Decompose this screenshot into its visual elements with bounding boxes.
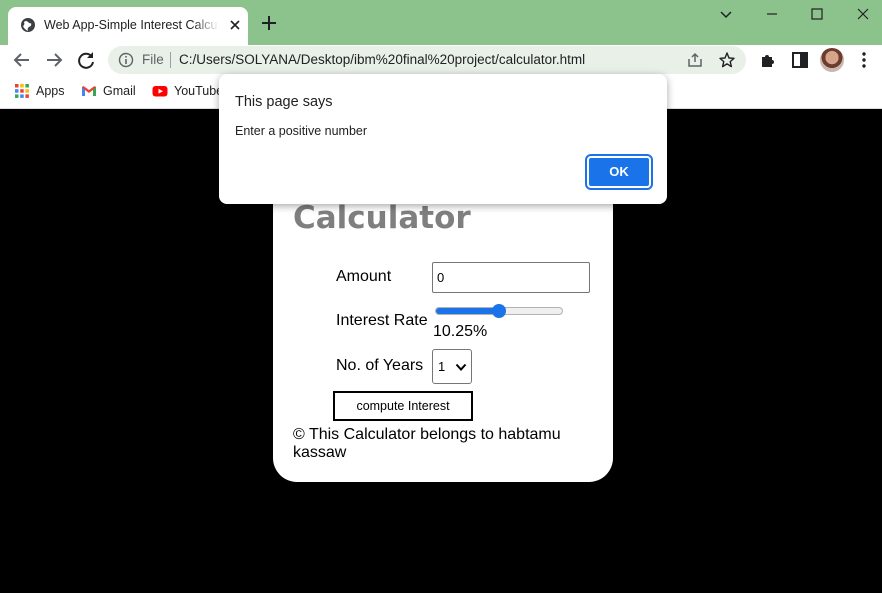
interest-rate-slider[interactable] bbox=[435, 304, 563, 318]
url-text[interactable]: C:/Users/SOLYANA/Desktop/ibm%20final%20p… bbox=[179, 52, 585, 68]
calculator-card: Calculator Amount Interest Rate 10.25% N… bbox=[273, 170, 613, 482]
back-arrow-icon[interactable] bbox=[11, 49, 33, 71]
browser-tab[interactable]: Web App-Simple Interest Calculator bbox=[8, 7, 248, 45]
bookmark-label: YouTube bbox=[174, 84, 224, 98]
tab-strip: Web App-Simple Interest Calculator bbox=[0, 0, 882, 45]
extensions-puzzle-icon[interactable] bbox=[757, 49, 779, 71]
info-icon[interactable] bbox=[118, 52, 134, 68]
apps-grid-icon bbox=[15, 84, 29, 98]
slider-fill bbox=[436, 308, 499, 314]
minimize-icon[interactable] bbox=[762, 4, 782, 24]
bookmark-label: Gmail bbox=[103, 84, 136, 98]
tab-title: Web App-Simple Interest Calculator bbox=[44, 18, 219, 32]
dialog-title: This page says bbox=[235, 94, 333, 110]
interest-rate-value: 10.25% bbox=[433, 323, 488, 340]
tab-search-icon[interactable] bbox=[716, 4, 736, 24]
years-selected-value: 1 bbox=[438, 359, 446, 374]
new-tab-icon[interactable] bbox=[259, 13, 279, 33]
bookmark-label: Apps bbox=[36, 84, 65, 98]
gmail-icon bbox=[82, 86, 96, 96]
years-label: No. of Years bbox=[336, 357, 424, 374]
globe-icon bbox=[21, 18, 35, 32]
scheme-label: File bbox=[142, 52, 164, 67]
close-tab-icon[interactable] bbox=[227, 17, 243, 33]
maximize-icon[interactable] bbox=[807, 4, 827, 24]
address-bar[interactable]: File C:/Users/SOLYANA/Desktop/ibm%20fina… bbox=[108, 46, 746, 74]
bookmark-gmail[interactable]: Gmail bbox=[81, 83, 136, 99]
menu-kebab-icon[interactable] bbox=[853, 49, 875, 71]
chevron-down-icon bbox=[455, 363, 467, 371]
forward-arrow-icon[interactable] bbox=[43, 49, 65, 71]
share-icon[interactable] bbox=[686, 51, 704, 69]
reload-icon[interactable] bbox=[75, 49, 97, 71]
footer-text: © This Calculator belongs to habtamu kas… bbox=[293, 426, 561, 461]
side-panel-icon[interactable] bbox=[789, 49, 811, 71]
slider-thumb[interactable] bbox=[492, 304, 506, 318]
interest-rate-label: Interest Rate bbox=[336, 312, 428, 329]
compute-interest-button[interactable]: compute Interest bbox=[333, 391, 473, 421]
ok-button[interactable]: OK bbox=[585, 154, 653, 190]
amount-label: Amount bbox=[336, 268, 392, 285]
profile-avatar[interactable] bbox=[820, 48, 844, 72]
bookmark-apps[interactable]: Apps bbox=[14, 83, 65, 99]
amount-input[interactable] bbox=[432, 262, 590, 293]
alert-dialog: This page says Enter a positive number O… bbox=[219, 74, 667, 204]
omnibox-separator bbox=[170, 52, 171, 68]
page-title: Calculator bbox=[293, 200, 471, 236]
bookmark-youtube[interactable]: YouTube bbox=[152, 83, 223, 99]
dialog-message: Enter a positive number bbox=[235, 124, 368, 138]
years-select[interactable]: 1 bbox=[432, 349, 472, 384]
bookmark-star-icon[interactable] bbox=[718, 51, 736, 69]
youtube-icon bbox=[152, 86, 168, 97]
close-window-icon[interactable] bbox=[853, 4, 873, 24]
browser-toolbar: File C:/Users/SOLYANA/Desktop/ibm%20fina… bbox=[0, 45, 882, 75]
